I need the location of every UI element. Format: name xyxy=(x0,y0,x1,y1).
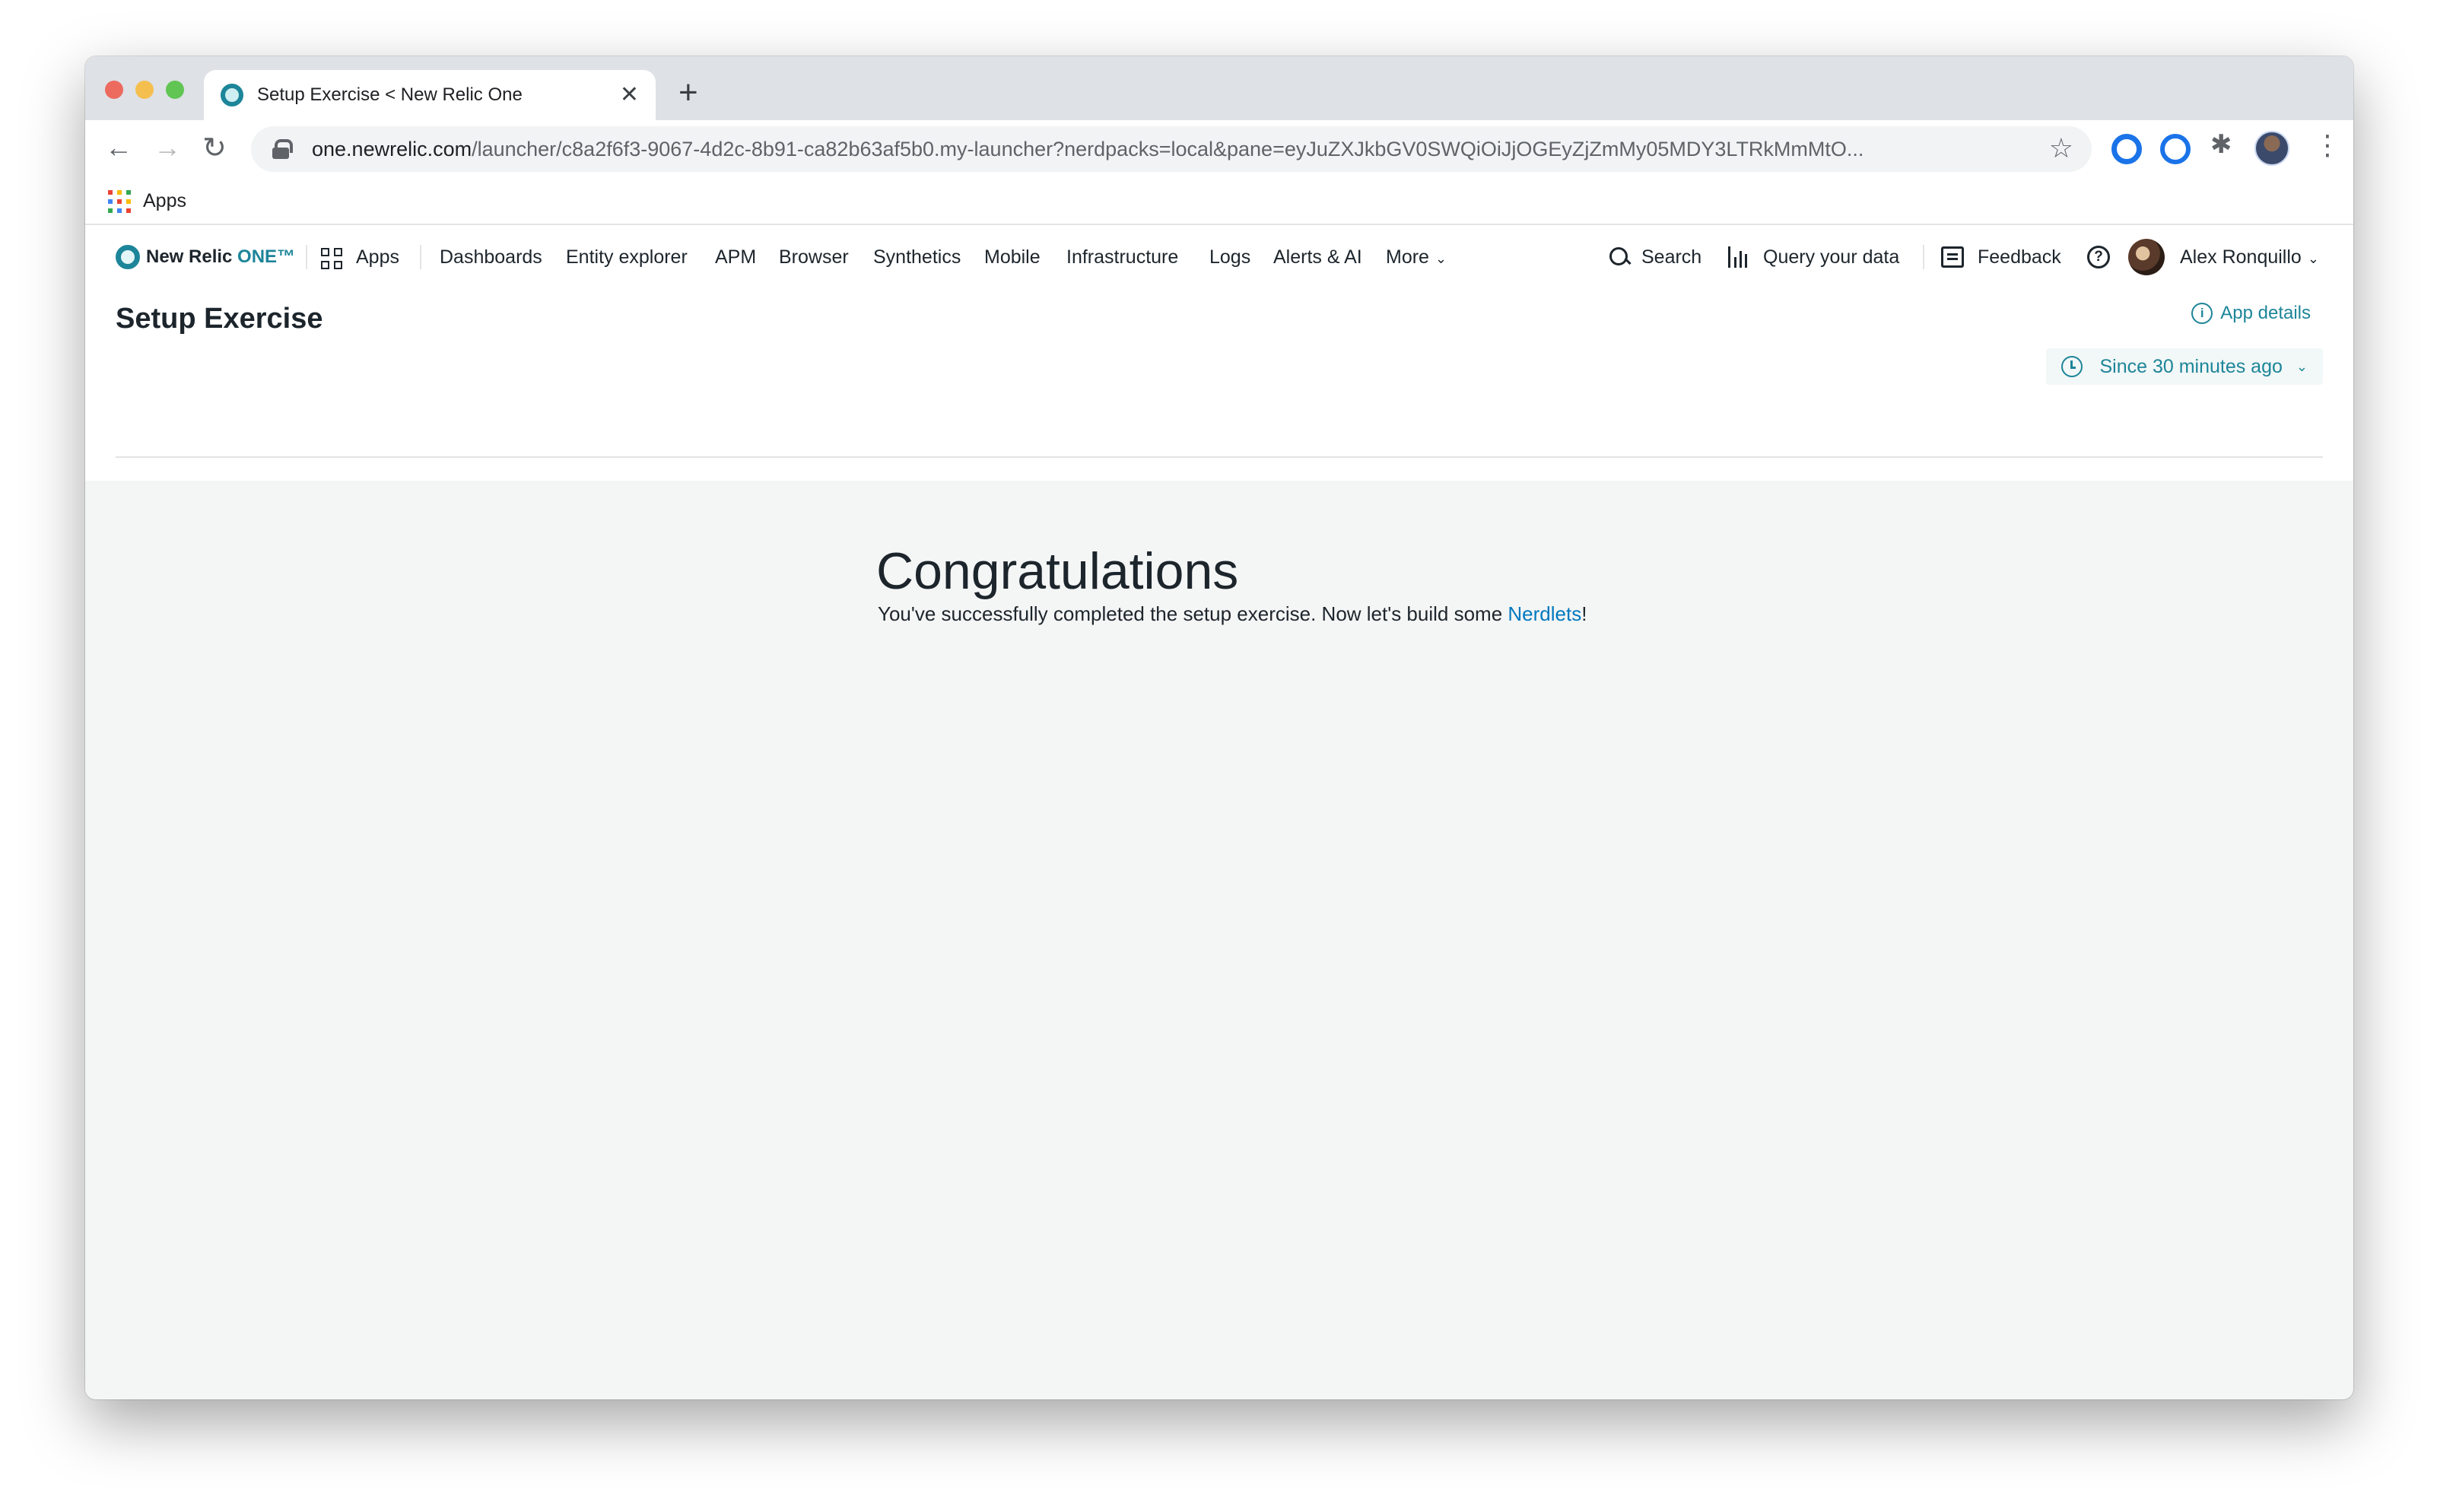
page-title: Setup Exercise xyxy=(116,303,323,335)
extensions-puzzle-icon[interactable]: ✱ xyxy=(2210,129,2241,160)
main-content: Congratulations You've successfully comp… xyxy=(85,481,2353,1399)
url-text[interactable]: one.newrelic.com/launcher/c8a2f6f3-9067-… xyxy=(312,138,2038,161)
new-tab-icon[interactable]: + xyxy=(678,76,698,110)
help-icon[interactable]: ? xyxy=(2087,246,2110,268)
chevron-down-icon: ⌄ xyxy=(1435,251,1447,266)
nav-divider xyxy=(1923,245,1924,269)
extension-password-icon[interactable] xyxy=(2160,134,2191,164)
nav-logs[interactable]: Logs xyxy=(1209,245,1250,269)
nav-apm[interactable]: APM xyxy=(715,245,756,269)
tab-strip: Setup Exercise < New Relic One ✕ + xyxy=(85,56,2353,120)
user-menu[interactable]: Alex Ronquillo ⌄ xyxy=(2180,245,2319,271)
app-details-link[interactable]: i App details xyxy=(2191,303,2311,324)
minimize-window-button[interactable] xyxy=(135,81,154,99)
back-arrow-icon[interactable]: ← xyxy=(105,134,132,161)
browser-tab-active[interactable]: Setup Exercise < New Relic One ✕ xyxy=(204,70,656,120)
nav-feedback[interactable]: Feedback xyxy=(1978,245,2061,269)
nerdlets-link[interactable]: Nerdlets xyxy=(1508,602,1581,625)
header-divider xyxy=(116,456,2323,458)
clock-icon xyxy=(2061,356,2083,377)
new-relic-top-nav: New Relic ONE™ Apps Dashboards Entity ex… xyxy=(85,225,2353,287)
congratulations-heading: Congratulations xyxy=(876,542,1239,600)
forward-arrow-icon[interactable]: → xyxy=(154,134,181,161)
reload-icon[interactable]: ↻ xyxy=(202,134,227,163)
nav-apps[interactable]: Apps xyxy=(356,245,399,269)
nav-dashboards[interactable]: Dashboards xyxy=(440,245,542,269)
bookmarks-bar: Apps xyxy=(85,178,2353,225)
nav-query-data[interactable]: Query your data xyxy=(1763,245,1899,269)
nav-divider xyxy=(306,245,307,269)
nav-browser[interactable]: Browser xyxy=(779,245,849,269)
new-relic-favicon-icon xyxy=(221,84,243,106)
maximize-window-button[interactable] xyxy=(166,81,184,99)
congratulations-message: You've successfully completed the setup … xyxy=(878,602,1587,625)
apps-grid-icon[interactable] xyxy=(321,248,342,269)
nav-entity-explorer[interactable]: Entity explorer xyxy=(566,245,688,269)
time-picker[interactable]: Since 30 minutes ago ⌄ xyxy=(2046,348,2323,385)
chevron-down-icon: ⌄ xyxy=(2296,358,2308,374)
nav-mobile[interactable]: Mobile xyxy=(984,245,1041,269)
apps-grid-icon[interactable] xyxy=(108,190,131,213)
bookmark-star-icon[interactable]: ☆ xyxy=(2049,132,2073,164)
address-bar[interactable]: one.newrelic.com/launcher/c8a2f6f3-9067-… xyxy=(251,126,2092,172)
new-relic-logo[interactable]: New Relic ONE™ xyxy=(116,245,295,269)
nav-synthetics[interactable]: Synthetics xyxy=(873,245,961,269)
new-relic-logo-icon xyxy=(116,245,140,269)
nav-alerts[interactable]: Alerts & AI xyxy=(1273,245,1362,269)
browser-toolbar: ← → ↻ one.newrelic.com/launcher/c8a2f6f3… xyxy=(85,120,2353,178)
browser-window: Setup Exercise < New Relic One ✕ + ← → ↻… xyxy=(85,56,2353,1399)
bar-chart-icon[interactable] xyxy=(1728,246,1751,268)
browser-menu-icon[interactable]: ⋮ xyxy=(2314,129,2341,161)
feedback-icon[interactable] xyxy=(1941,246,1964,268)
tab-close-icon[interactable]: ✕ xyxy=(620,84,639,106)
tab-title: Setup Exercise < New Relic One xyxy=(257,84,523,105)
extension-ring-icon[interactable] xyxy=(2111,134,2142,164)
nav-more[interactable]: More ⌄ xyxy=(1386,245,1447,271)
nav-divider xyxy=(420,245,421,269)
profile-avatar[interactable] xyxy=(2254,131,2289,166)
page-header: Setup Exercise i App details Since 30 mi… xyxy=(85,287,2353,481)
nav-infrastructure[interactable]: Infrastructure xyxy=(1066,245,1178,269)
bookmark-apps-link[interactable]: Apps xyxy=(143,190,186,212)
nav-search[interactable]: Search xyxy=(1641,245,1701,269)
chevron-down-icon: ⌄ xyxy=(2307,251,2319,266)
info-icon: i xyxy=(2191,303,2213,324)
lock-icon[interactable] xyxy=(272,139,293,159)
close-window-button[interactable] xyxy=(105,81,123,99)
user-avatar[interactable] xyxy=(2128,239,2165,275)
search-icon[interactable] xyxy=(1609,247,1629,267)
